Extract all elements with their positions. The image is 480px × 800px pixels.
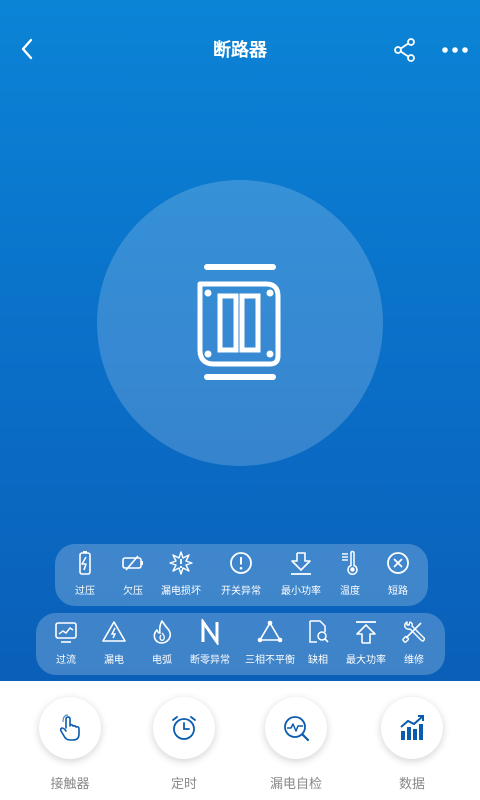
data-button[interactable]: 数据 — [372, 697, 452, 792]
battery-low-icon — [122, 555, 143, 571]
download-arrow-icon — [291, 552, 311, 575]
tools-icon — [402, 621, 426, 643]
status-label: 漏电损坏 — [161, 586, 201, 597]
timer-button[interactable]: 定时 — [144, 697, 224, 792]
flame-icon — [153, 620, 172, 644]
action-label: 定时 — [170, 777, 197, 792]
status-leakage-damage: 漏电损坏 — [153, 550, 209, 597]
contactor-button[interactable]: 接触器 — [30, 697, 110, 792]
status-label: 开关异常 — [221, 586, 261, 597]
more-dots-icon — [442, 47, 468, 53]
triangle-nodes-icon — [257, 620, 283, 643]
status-min-power: 最小功率 — [273, 550, 329, 597]
status-label: 短路 — [388, 586, 408, 597]
thermometer-icon — [342, 550, 358, 575]
monitor-wave-icon — [55, 622, 77, 643]
alert-circle-icon — [230, 552, 252, 574]
touch-hand-icon — [59, 714, 80, 741]
spark-damage-icon — [169, 551, 193, 575]
hero-panel: 断路器 过压 欠压 漏电损坏 开关异常 最小功率 温度 短路 过流 漏电 电弧 … — [0, 0, 480, 681]
status-label: 最小功率 — [281, 586, 321, 597]
leakage-selftest-button[interactable]: 漏电自检 — [256, 697, 336, 792]
wave-search-icon — [284, 716, 310, 742]
action-label: 漏电自检 — [269, 777, 322, 792]
bottom-action-bar: 接触器 定时 漏电自检 数据 — [0, 681, 480, 800]
battery-bolt-icon — [79, 551, 91, 575]
data-button-circle[interactable] — [381, 697, 443, 759]
close-circle-icon — [387, 552, 409, 574]
status-neutral-abnormal: 断零异常 — [182, 619, 238, 666]
leakage-selftest-button-circle[interactable] — [265, 697, 327, 759]
breaker-icon — [197, 264, 281, 380]
status-switch-abnormal: 开关异常 — [213, 550, 269, 597]
share-button[interactable] — [392, 37, 418, 63]
alarm-clock-icon — [172, 716, 196, 740]
top-bar: 断路器 — [0, 0, 480, 100]
timer-button-circle[interactable] — [153, 697, 215, 759]
contactor-button-circle[interactable] — [39, 697, 101, 759]
bar-chart-trend-icon — [400, 715, 424, 740]
warning-bolt-icon — [102, 621, 126, 642]
action-label: 数据 — [398, 777, 425, 792]
status-label: 维修 — [404, 655, 424, 666]
upload-arrow-icon — [356, 621, 376, 644]
status-maintenance: 维修 — [386, 619, 442, 666]
status-row-1: 过压 欠压 漏电损坏 开关异常 最小功率 温度 短路 — [55, 544, 428, 606]
more-button[interactable] — [440, 37, 470, 63]
status-short-circuit: 短路 — [370, 550, 426, 597]
share-icon — [394, 38, 415, 62]
status-label: 断零异常 — [190, 655, 230, 666]
letter-n-icon — [201, 619, 219, 645]
document-search-icon — [309, 620, 329, 643]
action-label: 接触器 — [50, 777, 90, 792]
status-row-2: 过流 漏电 电弧 断零异常 三相不平衡 缺相 最大功率 维修 — [36, 613, 445, 675]
breaker-toggle[interactable] — [192, 260, 288, 384]
